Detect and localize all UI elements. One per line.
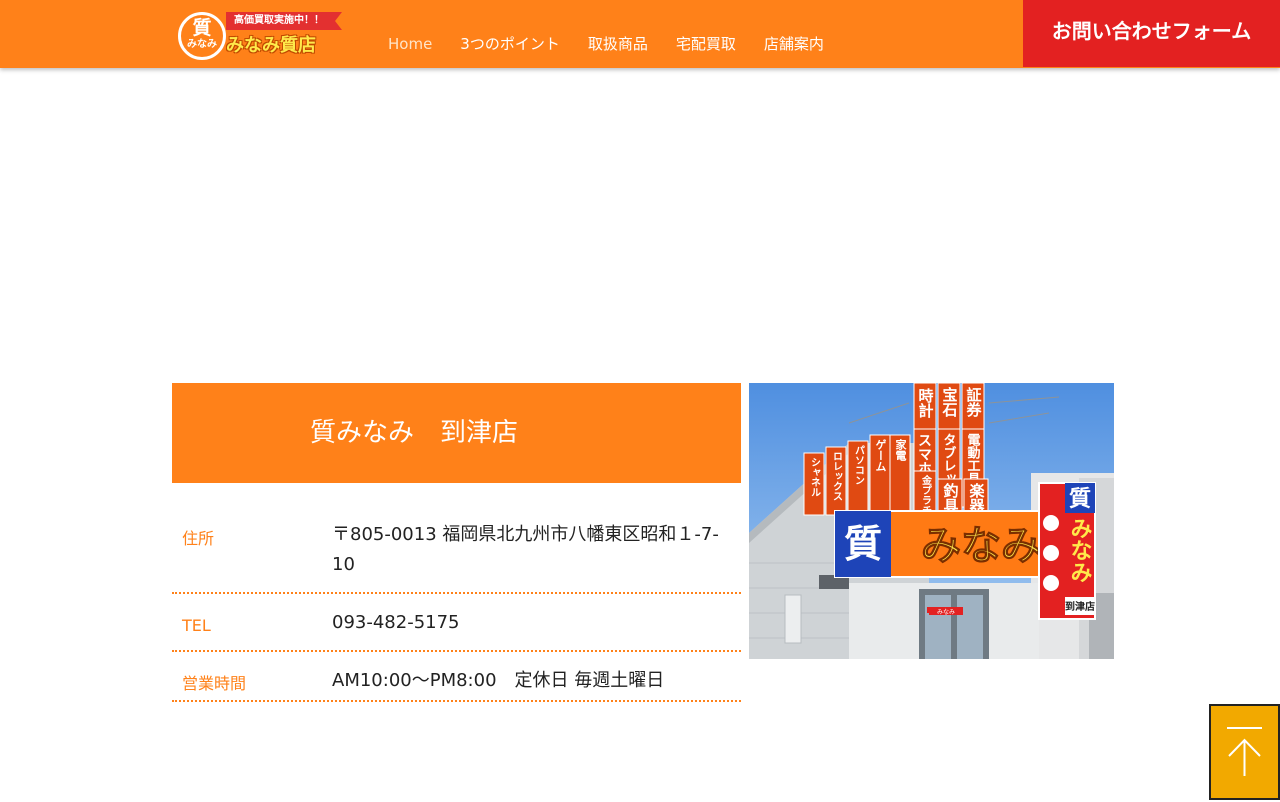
- main-nav: Home 3つのポイント 取扱商品 宅配買取 店舗案内: [374, 34, 838, 54]
- address-value: 〒805-0013 福岡県北九州市八幡東区昭和１-7-10: [332, 524, 719, 575]
- sign-branch: 到津店: [1065, 600, 1095, 613]
- store-title: 質みなみ 到津店: [172, 383, 741, 483]
- nav-delivery-purchase[interactable]: 宅配買取: [662, 34, 750, 54]
- sign-smartphone: スマホ: [917, 433, 933, 475]
- nav-home[interactable]: Home: [374, 34, 446, 54]
- arrow-up-icon: [1227, 727, 1262, 776]
- sign-instruments: 楽器: [968, 482, 986, 514]
- nav-store-info[interactable]: 店舗案内: [750, 34, 838, 54]
- sign-game: ゲーム: [874, 438, 887, 472]
- nav-products[interactable]: 取扱商品: [574, 34, 662, 54]
- logo-mark: 質 みなみ: [178, 12, 226, 60]
- hours-value: AM10:00～PM8:00 定休日 毎週土曜日: [332, 670, 665, 691]
- sign-door: みなみ: [937, 609, 955, 616]
- logo-name: みなみ質店: [226, 35, 316, 56]
- sign-securities: 証券: [965, 386, 982, 418]
- address-row: 住所 〒805-0013 福岡県北九州市八幡東区昭和１-7-10: [172, 510, 741, 594]
- store-photo-illustration: 時計 宝石 証券 スマホ タブレット 電動工具 釣具 楽器 金プラチナ ゲーム …: [749, 383, 1114, 659]
- logo-mark-big: 質: [192, 17, 212, 39]
- logo-ribbon: 高価買取実施中！！: [226, 12, 342, 30]
- tel-row: TEL 093-482-5175: [172, 594, 741, 652]
- contact-form-button[interactable]: お問い合わせフォーム: [1023, 0, 1280, 67]
- site-logo[interactable]: 質 みなみ 高価買取実施中！！ みなみ質店: [178, 10, 343, 62]
- sign-watch: 時計: [917, 387, 934, 419]
- tel-value[interactable]: 093-482-5175: [332, 608, 732, 638]
- sign-fishing: 釣具: [942, 482, 959, 514]
- logo-mark-small: みなみ: [187, 39, 217, 50]
- sign-main-name: みなみ: [921, 524, 1041, 568]
- hours-label: 営業時間: [182, 674, 247, 693]
- sign-rolex: ロレックス: [831, 451, 843, 501]
- tel-label: TEL: [182, 616, 211, 635]
- back-to-top-button[interactable]: [1209, 704, 1280, 800]
- sign-jewel: 宝石: [941, 386, 959, 418]
- store-photo: 時計 宝石 証券 スマホ タブレット 電動工具 釣具 楽器 金プラチナ ゲーム …: [749, 383, 1114, 659]
- sign-right-shichi: 質: [1069, 486, 1091, 511]
- hours-row: 営業時間 AM10:00～PM8:00 定休日 毎週土曜日: [172, 652, 741, 702]
- sign-shichi: 質: [844, 524, 882, 566]
- sign-right-name: みなみ: [1068, 517, 1093, 583]
- address-label: 住所: [182, 529, 215, 548]
- sign-chanel: シャネル: [809, 457, 821, 497]
- sign-appliances: 家電: [894, 438, 907, 462]
- site-header: 質 みなみ 高価買取実施中！！ みなみ質店 Home 3つのポイント 取扱商品 …: [0, 0, 1280, 68]
- nav-points[interactable]: 3つのポイント: [446, 34, 574, 54]
- sign-power-tools: 電動工具: [966, 433, 981, 486]
- sign-pc: パソコン: [853, 445, 865, 485]
